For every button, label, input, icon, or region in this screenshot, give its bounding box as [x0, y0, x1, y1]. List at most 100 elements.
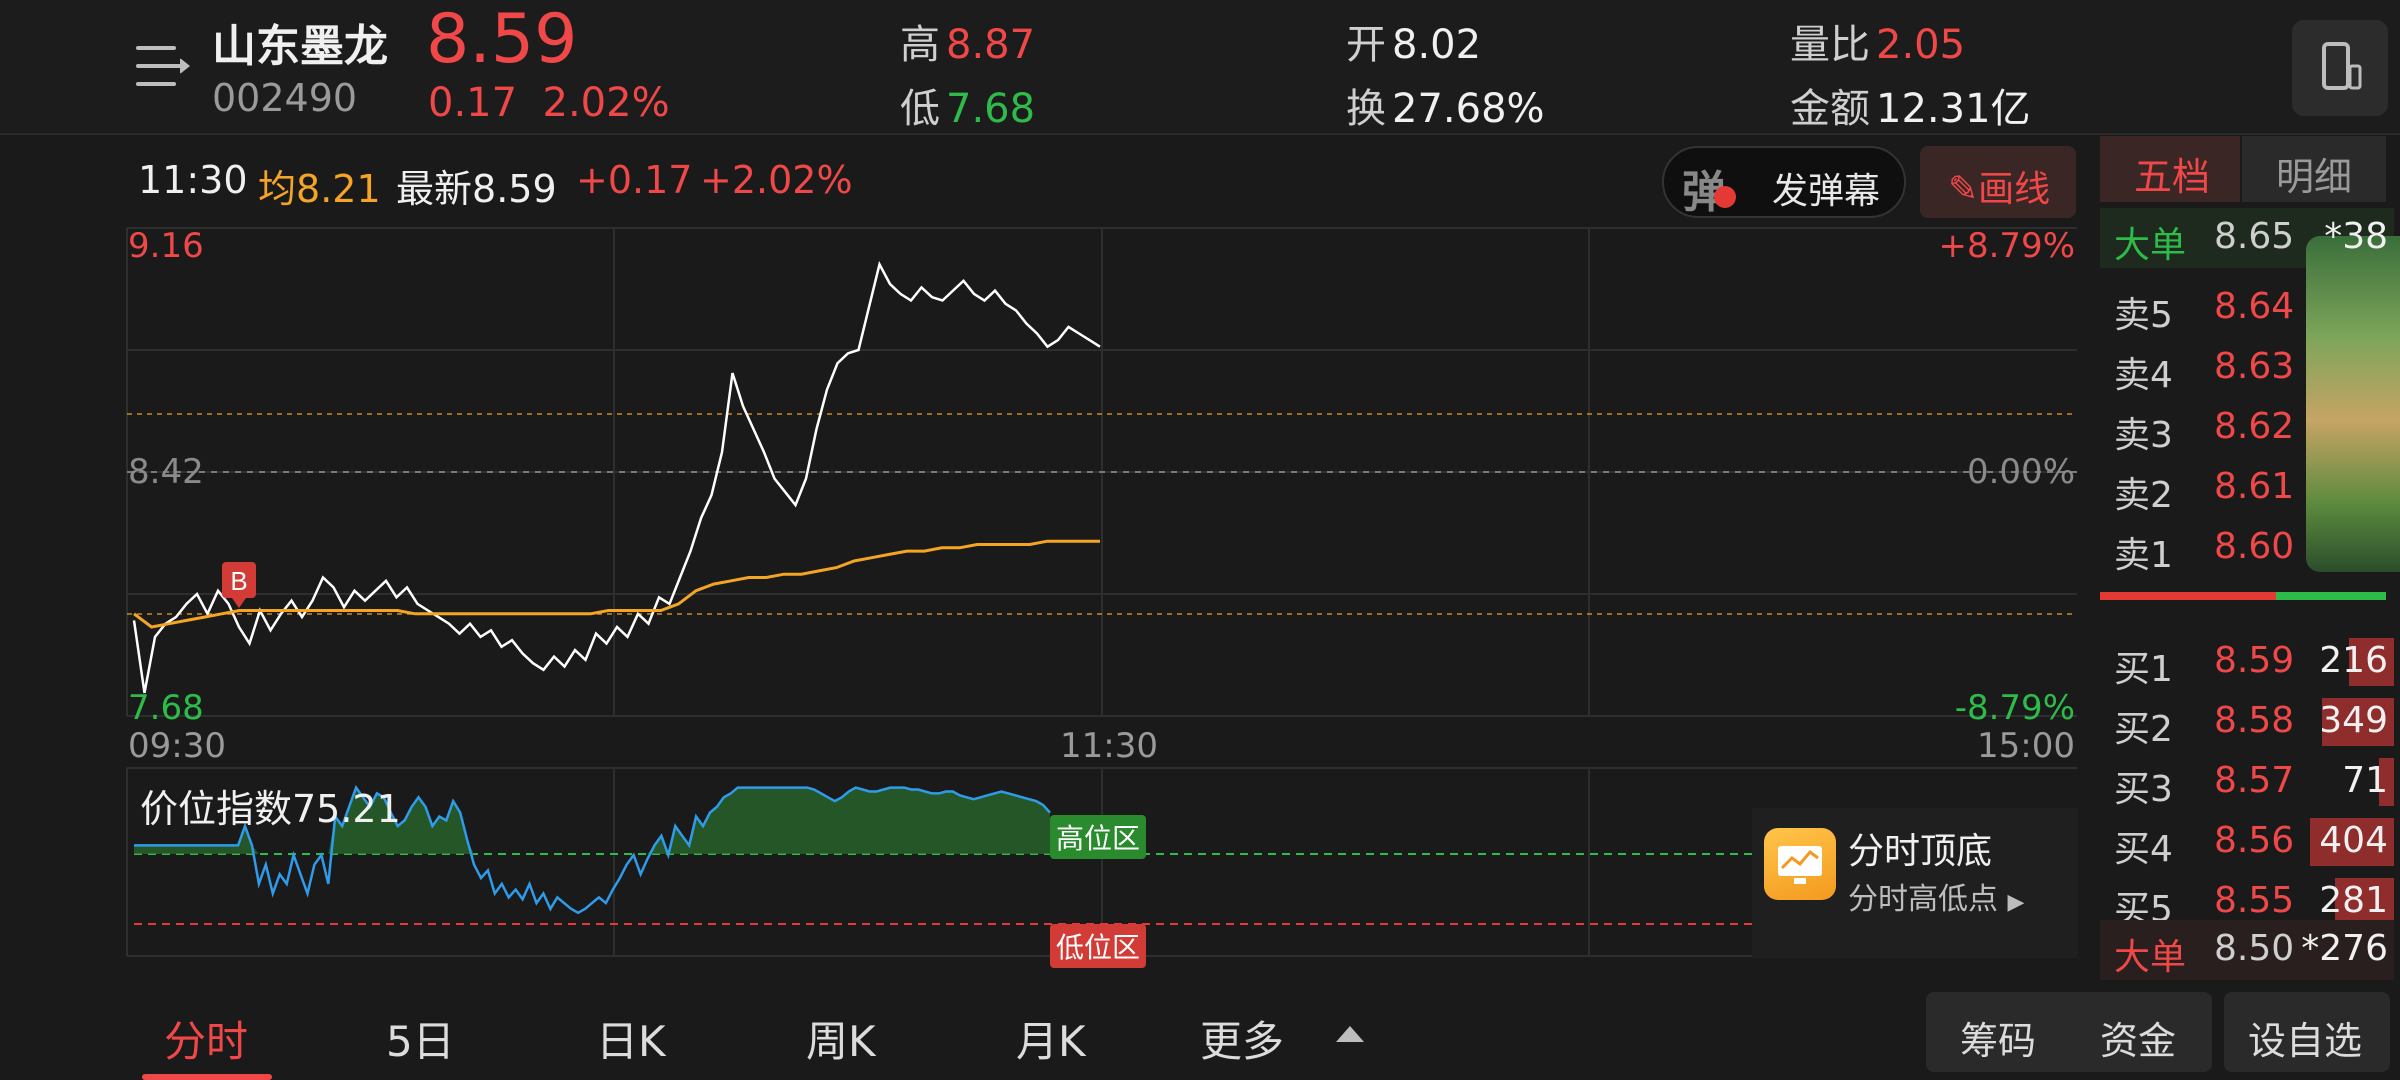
buy-marker-label: B	[230, 566, 247, 596]
tab-detail[interactable]: 明细	[2242, 136, 2386, 202]
turnover-value: 27.68%	[1392, 86, 1545, 132]
buy-sell-ratio-buy	[2276, 592, 2386, 600]
high-label: 高	[900, 22, 940, 68]
info-avg: 均8.21	[258, 158, 381, 213]
phone-icon	[2322, 42, 2362, 90]
x-axis-end: 15:00	[1977, 726, 2075, 766]
level-price: 8.61	[2214, 466, 2295, 507]
level-price: 8.55	[2214, 880, 2295, 921]
stock-header: 山东墨龙 002490 8.59 0.17 2.02% 高 8.87 低 7.68 …	[0, 0, 2400, 135]
level-price: 8.63	[2214, 346, 2295, 387]
add-watchlist-button[interactable]: 设自选	[2224, 992, 2390, 1072]
fenshi-top-bottom-card[interactable]: 分时顶底 分时高低点 ▶	[1752, 808, 2078, 958]
y-axis-top: 9.16	[128, 226, 204, 266]
chevron-right-icon: ▶	[2007, 890, 2025, 915]
add-watchlist-label: 设自选	[2248, 1019, 2363, 1063]
active-tab-indicator	[142, 1074, 272, 1080]
danmu-pill[interactable]: 弹 发弹幕	[1662, 146, 1906, 218]
open-label: 开	[1346, 22, 1386, 68]
level-label: 卖4	[2114, 355, 2173, 396]
y-axis-right-mid: 0.00%	[1966, 452, 2075, 492]
pencil-icon: ✎	[1948, 169, 1979, 210]
caret-up-icon[interactable]	[1336, 1026, 1364, 1042]
tab-monthly-k[interactable]: 月K	[1016, 1008, 1086, 1069]
level-price: 8.59	[2214, 640, 2295, 681]
level-label: 卖3	[2114, 415, 2173, 456]
open-value: 8.02	[1392, 22, 1482, 68]
volume-ratio-value: 2.05	[1876, 22, 1966, 68]
buy-level-row: 买3 8.57 71	[2114, 752, 2394, 812]
level-volume: 281	[2319, 880, 2388, 921]
y-axis-right-bottom: -8.79%	[1954, 688, 2075, 728]
tab-more[interactable]: 更多	[1200, 1008, 1284, 1069]
info-latest: 最新8.59	[396, 158, 557, 213]
x-axis-mid: 11:30	[1060, 726, 1158, 766]
change-abs: 0.17	[428, 80, 518, 126]
tab-weekly-k[interactable]: 周K	[806, 1008, 876, 1069]
avg-value: 8.21	[296, 167, 381, 211]
fenshi-subtitle: 分时高低点 ▶	[1848, 882, 2025, 917]
buy-level-row: 买4 8.56 404	[2114, 812, 2394, 872]
tab-5day[interactable]: 5日	[386, 1008, 455, 1069]
low-label: 低	[900, 86, 940, 132]
buy-level-row: 买1 8.59 216	[2114, 632, 2394, 692]
draw-line-button[interactable]: ✎画线	[1920, 146, 2076, 218]
buy-level-row: 买2 8.58 349	[2114, 692, 2394, 752]
current-price: 8.59	[426, 0, 578, 79]
low-value: 7.68	[946, 86, 1036, 132]
volume-ratio-stat: 量比 2.05	[1790, 12, 1965, 70]
info-time: 11:30	[138, 158, 248, 202]
tab-daily-k[interactable]: 日K	[596, 1008, 666, 1069]
level-price: 8.62	[2214, 406, 2295, 447]
avg-label: 均	[258, 167, 297, 211]
chips-funds-group: 筹码 资金	[1926, 992, 2212, 1072]
send-danmu-button[interactable]: 发弹幕	[1772, 162, 1880, 214]
high-value: 8.87	[946, 22, 1036, 68]
level-price: 8.60	[2214, 526, 2295, 567]
chips-button[interactable]: 筹码	[1960, 1010, 2036, 1065]
device-switch-button[interactable]	[2292, 20, 2388, 116]
price-change: 0.17 2.02%	[428, 80, 670, 126]
level-label: 买2	[2114, 709, 2173, 750]
tab-five-levels[interactable]: 五档	[2100, 136, 2240, 202]
amount-label: 金额	[1790, 86, 1870, 132]
low-stat: 低 7.68	[900, 76, 1035, 134]
amount-stat: 金额 12.31亿	[1790, 76, 2031, 134]
x-axis-start: 09:30	[128, 726, 226, 766]
stock-name: 山东墨龙	[212, 21, 388, 72]
volume-ratio-label: 量比	[1790, 22, 1870, 68]
level-volume: 404	[2319, 820, 2388, 861]
high-zone-label: 高位区	[1050, 815, 1147, 859]
level-price: 8.58	[2214, 700, 2295, 741]
y-axis-bottom: 7.68	[128, 688, 204, 728]
latest-value: 8.59	[472, 167, 557, 211]
open-stat: 开 8.02	[1346, 12, 1481, 70]
y-axis-mid: 8.42	[128, 452, 204, 492]
indicator-title: 价位指数75.21	[140, 787, 401, 831]
monitor-chart-icon	[1764, 828, 1836, 900]
level-label: 卖2	[2114, 475, 2173, 516]
latest-label: 最新	[396, 167, 473, 211]
info-change-abs: +0.17	[576, 158, 693, 202]
menu-icon[interactable]	[136, 44, 190, 88]
draw-line-label: ✎画线	[1948, 169, 2051, 210]
level-label: 买4	[2114, 829, 2173, 870]
turnover-label: 换	[1346, 86, 1386, 132]
level-price: 8.64	[2214, 286, 2295, 327]
level-label: 卖1	[2114, 535, 2173, 576]
y-axis-right-top: +8.79%	[1938, 226, 2076, 266]
bottom-big-order: 大单 8.50 *276	[2100, 920, 2394, 980]
level-volume: 71	[2342, 760, 2388, 801]
change-pct: 2.02%	[542, 80, 670, 126]
level-volume: 349	[2319, 700, 2388, 741]
period-tabs: 分时 5日 日K 周K 月K 更多 筹码 资金 设自选	[0, 980, 2400, 1080]
game-ad-banner[interactable]	[2306, 236, 2400, 572]
danmu-check-icon	[1714, 186, 1736, 208]
tab-intraday[interactable]: 分时	[164, 1008, 248, 1069]
funds-button[interactable]: 资金	[2100, 1010, 2176, 1065]
level-price: 8.56	[2214, 820, 2295, 861]
low-zone-label: 低位区	[1050, 924, 1147, 968]
level-volume: 216	[2319, 640, 2388, 681]
fenshi-title: 分时顶底	[1848, 831, 1993, 872]
level-label: 买3	[2114, 769, 2173, 810]
